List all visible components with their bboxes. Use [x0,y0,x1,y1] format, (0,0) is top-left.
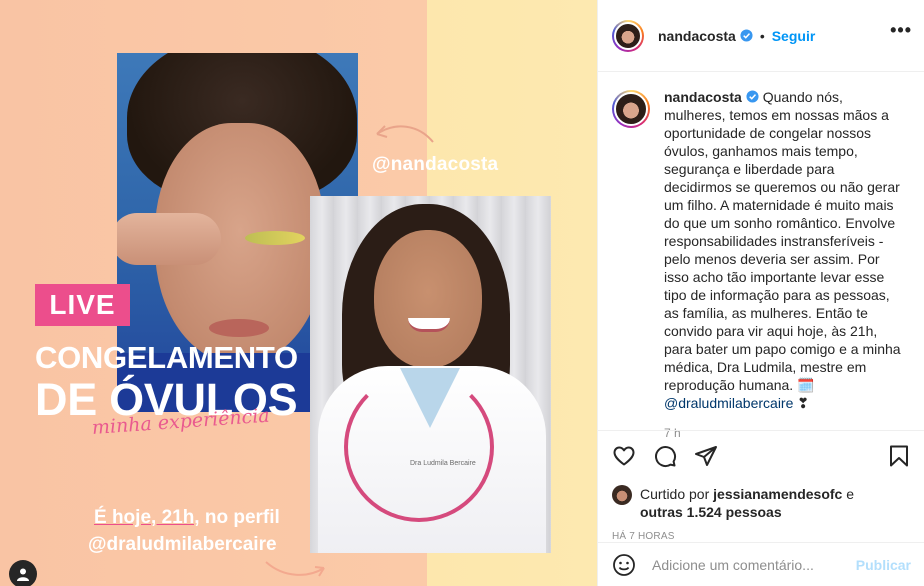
post-image[interactable]: Dra Ludmila Bercaire @nandacosta LIVE CO… [0,0,597,586]
like-heart-icon[interactable] [612,444,636,468]
header-username[interactable]: nandacosta [658,28,736,44]
post-timestamp[interactable]: HÁ 7 HORAS [612,531,911,542]
post-sidebar: nandacosta • Seguir ••• nandacosta Quand… [597,0,924,586]
caption-username[interactable]: nandacosta [664,89,742,105]
liked-prefix: Curtido por [640,486,714,502]
caption-section: nandacosta Quando nós, mulheres, temos e… [598,72,924,440]
liker-avatar[interactable] [612,485,632,505]
curved-arrow-icon [376,125,434,143]
cta-handle: @draludmilabercaire [88,534,277,555]
comment-bar: Publicar [598,542,924,586]
liked-others-link[interactable]: outras 1.524 pessoas [640,504,782,520]
comment-bubble-icon[interactable] [653,444,677,468]
doctor-face-shape [374,230,482,368]
cta-line-1: É hoje, 21h, no perfil [94,507,280,529]
title-line-1: CONGELAMENTO [35,340,298,375]
heart-exclamation-icon: ❣ [793,395,810,411]
tagged-user-button[interactable] [9,560,37,586]
emoji-icon[interactable] [612,553,636,577]
comment-input[interactable] [652,556,852,573]
caption-mention-link[interactable]: @draludmilabercaire [664,395,793,411]
photo-doctor: Dra Ludmila Bercaire [310,196,551,553]
cta-prefix: É hoje, 21h, [94,507,200,528]
live-badge: LIVE [35,284,130,326]
liked-mid: e [842,486,855,502]
cta-suffix: no perfil [199,507,280,528]
verified-badge-icon [740,29,753,42]
hand-shape [117,213,221,265]
stethoscope-shape [344,372,494,522]
likes-text: Curtido por jessianamendesofc e outras 1… [640,485,854,521]
user-icon [17,568,29,581]
avatar[interactable] [612,90,650,128]
actions-section: Curtido por jessianamendesofc e outras 1… [598,430,924,542]
publish-button[interactable]: Publicar [856,557,911,573]
lips-shape [209,319,269,337]
avatar[interactable] [612,19,644,52]
separator-dot: • [759,27,765,44]
overlay-handle: @nandacosta [372,154,499,175]
share-paper-plane-icon[interactable] [694,444,718,468]
caption-body: nandacosta Quando nós, mulheres, temos e… [664,88,906,440]
eye-makeup-shape [245,231,305,245]
verified-badge-icon [746,90,759,103]
follow-button[interactable]: Seguir [772,28,816,44]
more-options-button[interactable]: ••• [890,20,912,41]
post-header: nandacosta • Seguir ••• [598,0,924,72]
action-icons [612,441,911,471]
curved-arrow-icon [265,561,325,577]
caption-text: Quando nós, mulheres, temos em nossas mã… [664,89,901,393]
liked-user-link[interactable]: jessianamendesofc [713,486,842,502]
likes-summary: Curtido por jessianamendesofc e outras 1… [612,485,911,521]
save-bookmark-icon[interactable] [887,444,911,468]
calendar-emoji-icon: 🗓️ [797,377,815,393]
doctor-name-badge: Dra Ludmila Bercaire [410,460,476,467]
